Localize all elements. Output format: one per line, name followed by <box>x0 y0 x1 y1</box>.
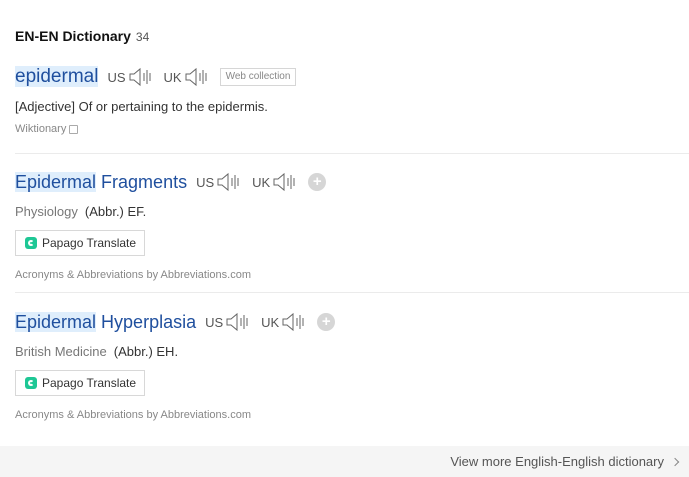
field-label: Physiology <box>15 204 78 219</box>
meaning-row: British Medicine (Abbr.) EH. <box>15 344 689 359</box>
uk-label: UK <box>261 314 280 330</box>
speaker-icon <box>273 172 299 192</box>
headword-link[interactable]: epidermal <box>15 66 99 88</box>
result-count: 34 <box>135 30 150 44</box>
meaning-text: (Abbr.) EF. <box>84 204 147 219</box>
meaning-text: (Abbr.) EH. <box>113 344 179 359</box>
uk-pronunciation-button[interactable]: UK <box>252 172 299 192</box>
chevron-right-icon <box>670 457 680 466</box>
dictionary-header: EN-EN Dictionary 34 <box>15 28 149 44</box>
definition-text: [Adjective] Of or pertaining to the epid… <box>15 99 268 114</box>
add-to-wordbook-button[interactable]: + <box>308 173 327 191</box>
papago-translate-button[interactable]: Papago Translate <box>15 370 145 396</box>
uk-label: UK <box>163 69 182 85</box>
headword-link[interactable]: Epidermal Hyperplasia <box>15 311 196 333</box>
speaker-icon <box>129 67 155 87</box>
attribution-text: Acronyms & Abbreviations by Abbreviation… <box>15 269 252 281</box>
papago-translate-button[interactable]: Papago Translate <box>15 230 145 256</box>
copy-icon[interactable] <box>69 124 79 134</box>
speaker-icon <box>282 312 308 332</box>
us-label: US <box>196 174 215 190</box>
uk-pronunciation-button[interactable]: UK <box>261 312 308 332</box>
us-pronunciation-button[interactable]: US <box>205 312 252 332</box>
source-label[interactable]: Wiktionary <box>15 123 66 135</box>
attribution-text: Acronyms & Abbreviations by Abbreviation… <box>15 409 252 421</box>
papago-logo-icon <box>25 377 37 389</box>
dictionary-entry: Epidermal Hyperplasia US UK + British Me… <box>15 309 689 421</box>
papago-label: Papago Translate <box>42 236 137 250</box>
headword-link[interactable]: Epidermal Fragments <box>15 171 187 193</box>
meaning-row: Physiology (Abbr.) EF. <box>15 204 689 219</box>
us-pronunciation-button[interactable]: US <box>107 67 154 87</box>
add-to-wordbook-button[interactable]: + <box>317 313 336 331</box>
source-row: Wiktionary <box>15 123 689 135</box>
us-label: US <box>205 314 224 330</box>
footer-bar: View more English-English dictionary <box>0 446 689 477</box>
web-collection-tag[interactable]: Web collection <box>219 68 297 86</box>
papago-label: Papago Translate <box>42 376 137 390</box>
speaker-icon <box>217 172 243 192</box>
dictionary-entry: epidermal US UK Web collection [Adjectiv… <box>15 64 689 135</box>
speaker-icon <box>185 67 211 87</box>
divider <box>15 292 689 293</box>
us-label: US <box>107 69 126 85</box>
papago-logo-icon <box>25 237 37 249</box>
dictionary-entry: Epidermal Fragments US UK + Physiology (… <box>15 169 689 281</box>
dictionary-title: EN-EN Dictionary <box>15 28 131 44</box>
us-pronunciation-button[interactable]: US <box>196 172 243 192</box>
uk-pronunciation-button[interactable]: UK <box>164 67 211 87</box>
speaker-icon <box>226 312 252 332</box>
uk-label: UK <box>252 174 271 190</box>
view-more-label: View more English-English dictionary <box>450 454 664 469</box>
field-label: British Medicine <box>15 344 107 359</box>
divider <box>15 153 689 154</box>
view-more-link[interactable]: View more English-English dictionary <box>450 454 680 469</box>
